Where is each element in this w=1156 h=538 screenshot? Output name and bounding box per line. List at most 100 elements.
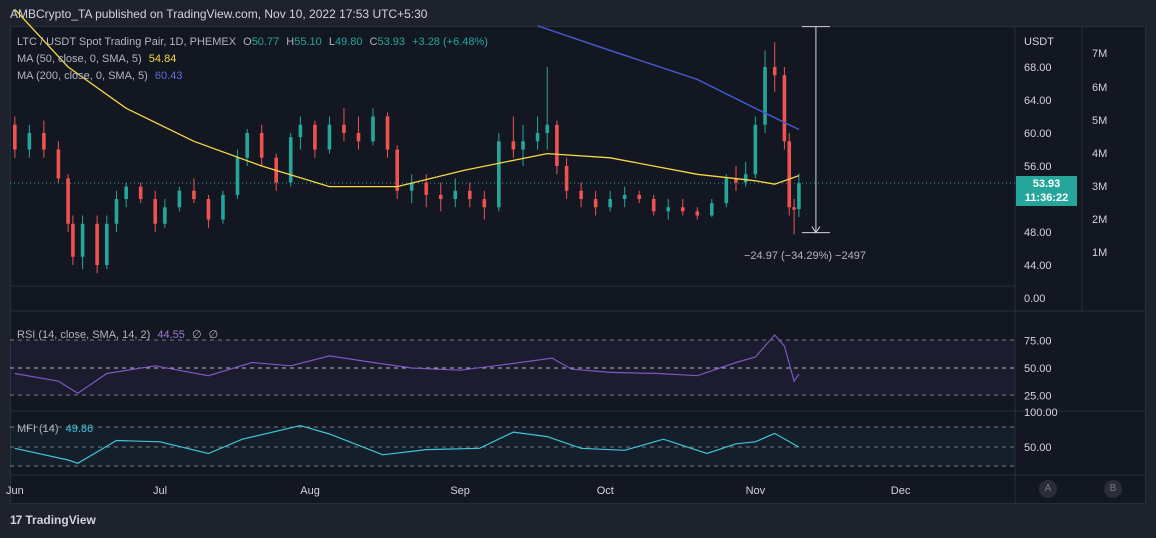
candle-body <box>792 207 796 210</box>
brand[interactable]: 17 TradingView <box>10 513 96 527</box>
candle <box>555 120 559 175</box>
candle-body <box>521 141 525 150</box>
legend-ma50[interactable]: MA (50, close, 0, SMA, 5) 54.84 <box>17 53 176 65</box>
candle-body <box>66 178 70 224</box>
candle-body <box>637 194 641 199</box>
legend-open-label: O <box>243 36 252 48</box>
candle <box>71 215 75 265</box>
candle-body <box>545 124 550 133</box>
candle-body <box>468 190 472 199</box>
candle <box>206 194 211 228</box>
candle-body <box>245 133 249 158</box>
price-tick-label: 64.00 <box>1024 95 1052 107</box>
volume-tick-label: 3M <box>1092 181 1107 193</box>
candle <box>535 116 540 150</box>
rsi-tick-label: 75.00 <box>1024 336 1052 348</box>
candle <box>95 215 99 274</box>
candle <box>342 108 346 142</box>
legend-ma200[interactable]: MA (200, close, 0, SMA, 5) 60.43 <box>17 70 182 82</box>
candle-body <box>95 223 99 265</box>
candle-body <box>80 223 85 257</box>
legend-title: LTC / USDT Spot Trading Pair, 1D, PHEMEX <box>17 36 237 48</box>
candle-body <box>555 124 559 166</box>
candle <box>797 173 801 218</box>
mfi-label: MFI (14) <box>17 423 59 435</box>
legend-change: +3.28 (+6.48%) <box>412 36 488 48</box>
candle-body <box>13 124 17 150</box>
candle <box>753 116 758 179</box>
candle <box>579 182 583 208</box>
volume-tick-label: 6M <box>1092 82 1107 94</box>
candle <box>192 178 196 204</box>
candle-body <box>608 199 612 208</box>
ma200-label: MA (200, close, 0, SMA, 5) <box>17 70 148 82</box>
candle <box>163 199 167 228</box>
candle-body <box>453 190 458 199</box>
candle <box>564 157 569 199</box>
candle <box>177 186 182 212</box>
volume-tick-label: 7M <box>1092 48 1107 60</box>
legend-close: 53.93 <box>377 36 406 48</box>
candle-body <box>564 166 569 191</box>
candle-body <box>153 199 157 224</box>
price-tick-label: 60.00 <box>1024 128 1052 140</box>
candle-body <box>105 223 109 265</box>
rsi-tick-label: 50.00 <box>1024 363 1052 375</box>
candle-body <box>438 194 443 199</box>
price-tick-label: 48.00 <box>1024 227 1052 239</box>
ma200-value: 60.43 <box>154 70 183 82</box>
measure-label: −24.97 (−34.29%) −2497 <box>744 250 867 262</box>
candle-body <box>395 149 399 191</box>
candle-body <box>342 124 346 133</box>
axis-log-button[interactable]: B <box>1104 480 1122 498</box>
candle-body <box>424 182 429 195</box>
price-tick-label: 44.00 <box>1024 260 1052 272</box>
candle <box>274 153 278 191</box>
measure-tool[interactable] <box>801 26 830 234</box>
volume-tick-label: 4M <box>1092 148 1107 160</box>
candle <box>608 190 612 212</box>
ma200-line[interactable] <box>537 25 800 131</box>
candle-body <box>787 141 792 208</box>
candle <box>763 50 767 133</box>
candle-body <box>56 149 61 179</box>
candle-body <box>772 67 777 76</box>
time-tick-label: Sep <box>450 485 470 497</box>
candle <box>259 124 264 166</box>
candle-body <box>753 124 758 175</box>
candle <box>710 199 714 218</box>
price-tick-label: 0.00 <box>1024 293 1045 305</box>
candle <box>66 174 70 232</box>
axis-auto-button[interactable]: A <box>1039 480 1057 498</box>
tradingview-logo-icon: 17 <box>10 513 22 527</box>
candle-body <box>695 211 700 216</box>
candle <box>468 182 472 208</box>
candle-body <box>313 124 317 150</box>
candle-body <box>221 194 225 220</box>
candle <box>13 116 17 158</box>
time-tick-label: Aug <box>300 485 320 497</box>
candle-body <box>763 67 767 125</box>
candle-body <box>206 199 211 220</box>
candle <box>482 190 487 220</box>
candle-body <box>259 133 264 158</box>
legend-mfi[interactable]: MFI (14) 49.86 <box>17 423 93 435</box>
candle-body <box>579 190 583 199</box>
candle <box>56 141 61 183</box>
price-tick-label: 68.00 <box>1024 62 1052 74</box>
rsi-value: 44.55 <box>157 329 185 341</box>
candle <box>695 207 700 220</box>
candle <box>511 116 516 158</box>
candle <box>792 199 796 235</box>
volume-tick-label: 5M <box>1092 115 1107 127</box>
candle <box>114 190 119 232</box>
candle-body <box>535 133 540 142</box>
candle-body <box>385 116 390 150</box>
ma50-value: 54.84 <box>148 53 177 65</box>
price-axis-currency: USDT <box>1024 36 1054 48</box>
mfi-tick-label: 50.00 <box>1024 442 1052 454</box>
legend-rsi[interactable]: RSI (14, close, SMA, 14, 2) 44.55 ∅ ∅ <box>17 328 218 341</box>
time-tick-label: Jul <box>153 485 167 497</box>
candle-body <box>482 199 487 208</box>
candle <box>545 67 550 150</box>
